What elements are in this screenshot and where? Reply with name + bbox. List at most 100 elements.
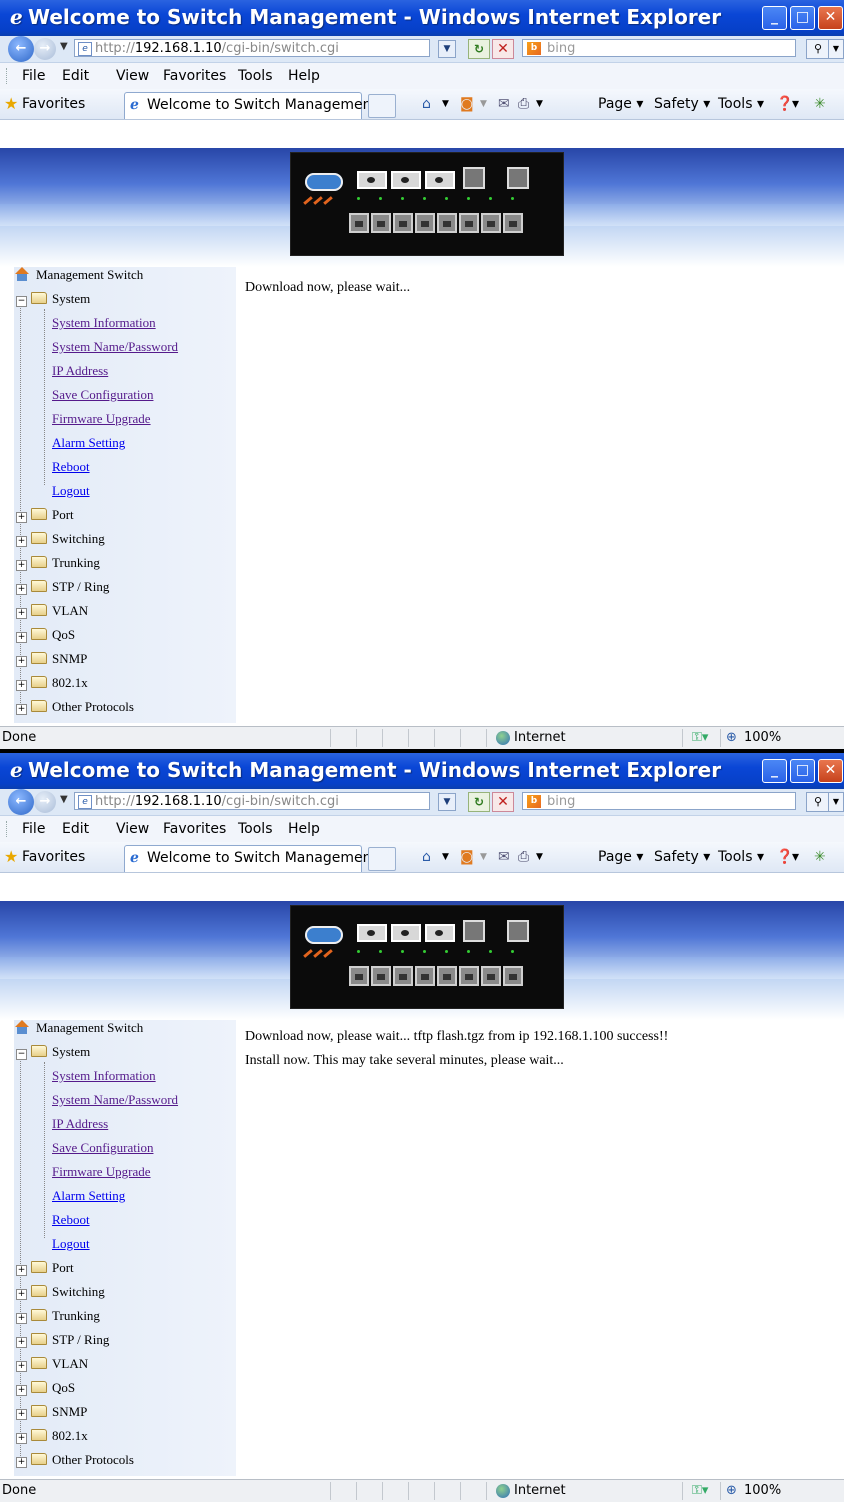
- expand-icon[interactable]: +: [16, 584, 27, 595]
- tree-link-logout[interactable]: Logout: [52, 1236, 90, 1252]
- home-dropdown-icon[interactable]: ▼: [442, 89, 449, 119]
- home-icon[interactable]: ⌂: [422, 89, 431, 119]
- tree-link-alarm-setting[interactable]: Alarm Setting: [52, 435, 125, 451]
- zoom-level[interactable]: 100%: [744, 1480, 781, 1502]
- expand-icon[interactable]: +: [16, 680, 27, 691]
- help-icon[interactable]: ❓: [776, 89, 793, 119]
- favorites-button[interactable]: Favorites: [22, 89, 85, 119]
- tree-link-ip-address[interactable]: IP Address: [52, 1116, 108, 1132]
- collapse-icon[interactable]: −: [16, 1049, 27, 1060]
- print-dropdown-icon[interactable]: ▼: [536, 842, 543, 872]
- tree-link-firmware-upgrade[interactable]: Firmware Upgrade: [52, 1164, 151, 1180]
- close-button[interactable]: ✕: [818, 759, 843, 783]
- print-icon[interactable]: ⎙: [518, 89, 529, 119]
- mail-icon[interactable]: ✉: [498, 842, 510, 872]
- print-dropdown-icon[interactable]: ▼: [536, 89, 543, 119]
- expand-icon[interactable]: +: [16, 656, 27, 667]
- page-menu[interactable]: Page ▾: [598, 89, 643, 119]
- tree-link-ip-address[interactable]: IP Address: [52, 363, 108, 379]
- close-button[interactable]: ✕: [818, 6, 843, 30]
- protected-mode-icon[interactable]: ⚿▾: [692, 1480, 708, 1502]
- zoom-icon[interactable]: ⊕: [726, 1480, 737, 1502]
- expand-icon[interactable]: +: [16, 1457, 27, 1468]
- tree-folder-qos[interactable]: + QoS: [16, 627, 75, 643]
- tree-folder-system[interactable]: − System: [16, 1044, 90, 1060]
- tree-link-system-information[interactable]: System Information: [52, 315, 156, 331]
- menu-favorites[interactable]: Favorites: [163, 816, 226, 842]
- refresh-button[interactable]: ↻: [468, 792, 490, 812]
- research-icon[interactable]: ✳: [814, 842, 826, 872]
- expand-icon[interactable]: +: [16, 704, 27, 715]
- menu-view[interactable]: View: [116, 816, 149, 842]
- menu-help[interactable]: Help: [288, 63, 320, 89]
- tree-folder-snmp[interactable]: + SNMP: [16, 651, 87, 667]
- minimize-button[interactable]: _: [762, 759, 787, 783]
- expand-icon[interactable]: +: [16, 1265, 27, 1276]
- address-dropdown-button[interactable]: ▼: [438, 793, 456, 811]
- maximize-button[interactable]: □: [790, 759, 815, 783]
- tree-folder-trunking[interactable]: + Trunking: [16, 555, 100, 571]
- address-input[interactable]: e http://192.168.1.10/cgi-bin/switch.cgi: [74, 792, 430, 810]
- address-dropdown-button[interactable]: ▼: [438, 40, 456, 58]
- tree-folder-other-protocols[interactable]: + Other Protocols: [16, 1452, 134, 1468]
- expand-icon[interactable]: +: [16, 1409, 27, 1420]
- home-icon[interactable]: ⌂: [422, 842, 431, 872]
- tree-link-firmware-upgrade[interactable]: Firmware Upgrade: [52, 411, 151, 427]
- expand-icon[interactable]: +: [16, 1337, 27, 1348]
- menu-view[interactable]: View: [116, 63, 149, 89]
- protected-mode-icon[interactable]: ⚿▾: [692, 727, 708, 749]
- tools-menu[interactable]: Tools ▾: [718, 842, 764, 872]
- menu-help[interactable]: Help: [288, 816, 320, 842]
- menu-edit[interactable]: Edit: [62, 63, 89, 89]
- expand-icon[interactable]: +: [16, 1313, 27, 1324]
- tree-folder-8021x[interactable]: +802.1x: [16, 675, 88, 691]
- expand-icon[interactable]: +: [16, 1433, 27, 1444]
- tree-link-system-name-password[interactable]: System Name/Password: [52, 1092, 178, 1108]
- feeds-dropdown-icon[interactable]: ▼: [480, 842, 487, 872]
- search-input[interactable]: b bing: [522, 792, 796, 810]
- search-icon[interactable]: ⚲: [806, 792, 830, 812]
- search-dropdown-button[interactable]: ▼: [828, 39, 844, 59]
- help-icon[interactable]: ❓: [776, 842, 793, 872]
- search-input[interactable]: b bing: [522, 39, 796, 57]
- feeds-dropdown-icon[interactable]: ▼: [480, 89, 487, 119]
- menu-tools[interactable]: Tools: [238, 63, 273, 89]
- feeds-icon[interactable]: ◙: [460, 842, 474, 872]
- print-icon[interactable]: ⎙: [518, 842, 529, 872]
- expand-icon[interactable]: +: [16, 632, 27, 643]
- expand-icon[interactable]: +: [16, 608, 27, 619]
- menu-file[interactable]: File: [22, 63, 45, 89]
- menu-file[interactable]: File: [22, 816, 45, 842]
- new-tab-button[interactable]: [368, 847, 396, 871]
- tree-folder-qos[interactable]: + QoS: [16, 1380, 75, 1396]
- tree-folder-stp-ring[interactable]: + STP / Ring: [16, 579, 109, 595]
- menu-edit[interactable]: Edit: [62, 816, 89, 842]
- page-menu[interactable]: Page ▾: [598, 842, 643, 872]
- tree-link-reboot[interactable]: Reboot: [52, 1212, 90, 1228]
- tree-link-save-configuration[interactable]: Save Configuration: [52, 387, 153, 403]
- tree-folder-other-protocols[interactable]: + Other Protocols: [16, 699, 134, 715]
- zoom-level[interactable]: 100%: [744, 727, 781, 749]
- tree-folder-vlan[interactable]: + VLAN: [16, 603, 88, 619]
- search-icon[interactable]: ⚲: [806, 39, 830, 59]
- stop-button[interactable]: ✕: [492, 39, 514, 59]
- history-dropdown-icon[interactable]: ▼: [60, 794, 68, 805]
- stop-button[interactable]: ✕: [492, 792, 514, 812]
- tree-folder-snmp[interactable]: + SNMP: [16, 1404, 87, 1420]
- search-dropdown-button[interactable]: ▼: [828, 792, 844, 812]
- menu-favorites[interactable]: Favorites: [163, 63, 226, 89]
- collapse-icon[interactable]: −: [16, 296, 27, 307]
- tab-switch-management[interactable]: ℯ Welcome to Switch Management: [124, 92, 377, 119]
- expand-icon[interactable]: +: [16, 1385, 27, 1396]
- tree-link-reboot[interactable]: Reboot: [52, 459, 90, 475]
- favorites-button[interactable]: Favorites: [22, 842, 85, 872]
- tree-folder-system[interactable]: − System: [16, 291, 90, 307]
- tree-link-alarm-setting[interactable]: Alarm Setting: [52, 1188, 125, 1204]
- expand-icon[interactable]: +: [16, 1361, 27, 1372]
- tools-menu[interactable]: Tools ▾: [718, 89, 764, 119]
- expand-icon[interactable]: +: [16, 1289, 27, 1300]
- home-dropdown-icon[interactable]: ▼: [442, 842, 449, 872]
- tree-root[interactable]: Management Switch: [14, 267, 143, 283]
- mail-icon[interactable]: ✉: [498, 89, 510, 119]
- tree-folder-stp-ring[interactable]: + STP / Ring: [16, 1332, 109, 1348]
